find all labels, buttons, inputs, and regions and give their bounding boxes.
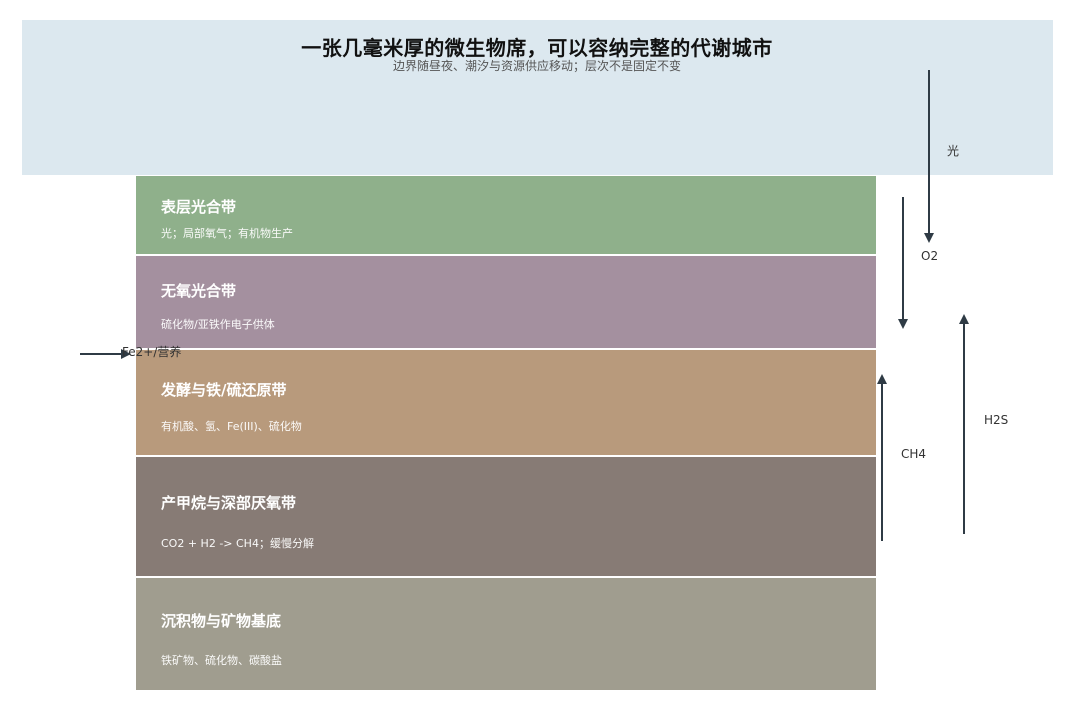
o2-label: O2 [921,249,939,263]
light-label: 光 [947,144,960,158]
fe-label: Fe2+/营养 [122,345,182,359]
ch4-label: CH4 [901,447,927,461]
h2s-label: H2S [984,413,1009,427]
